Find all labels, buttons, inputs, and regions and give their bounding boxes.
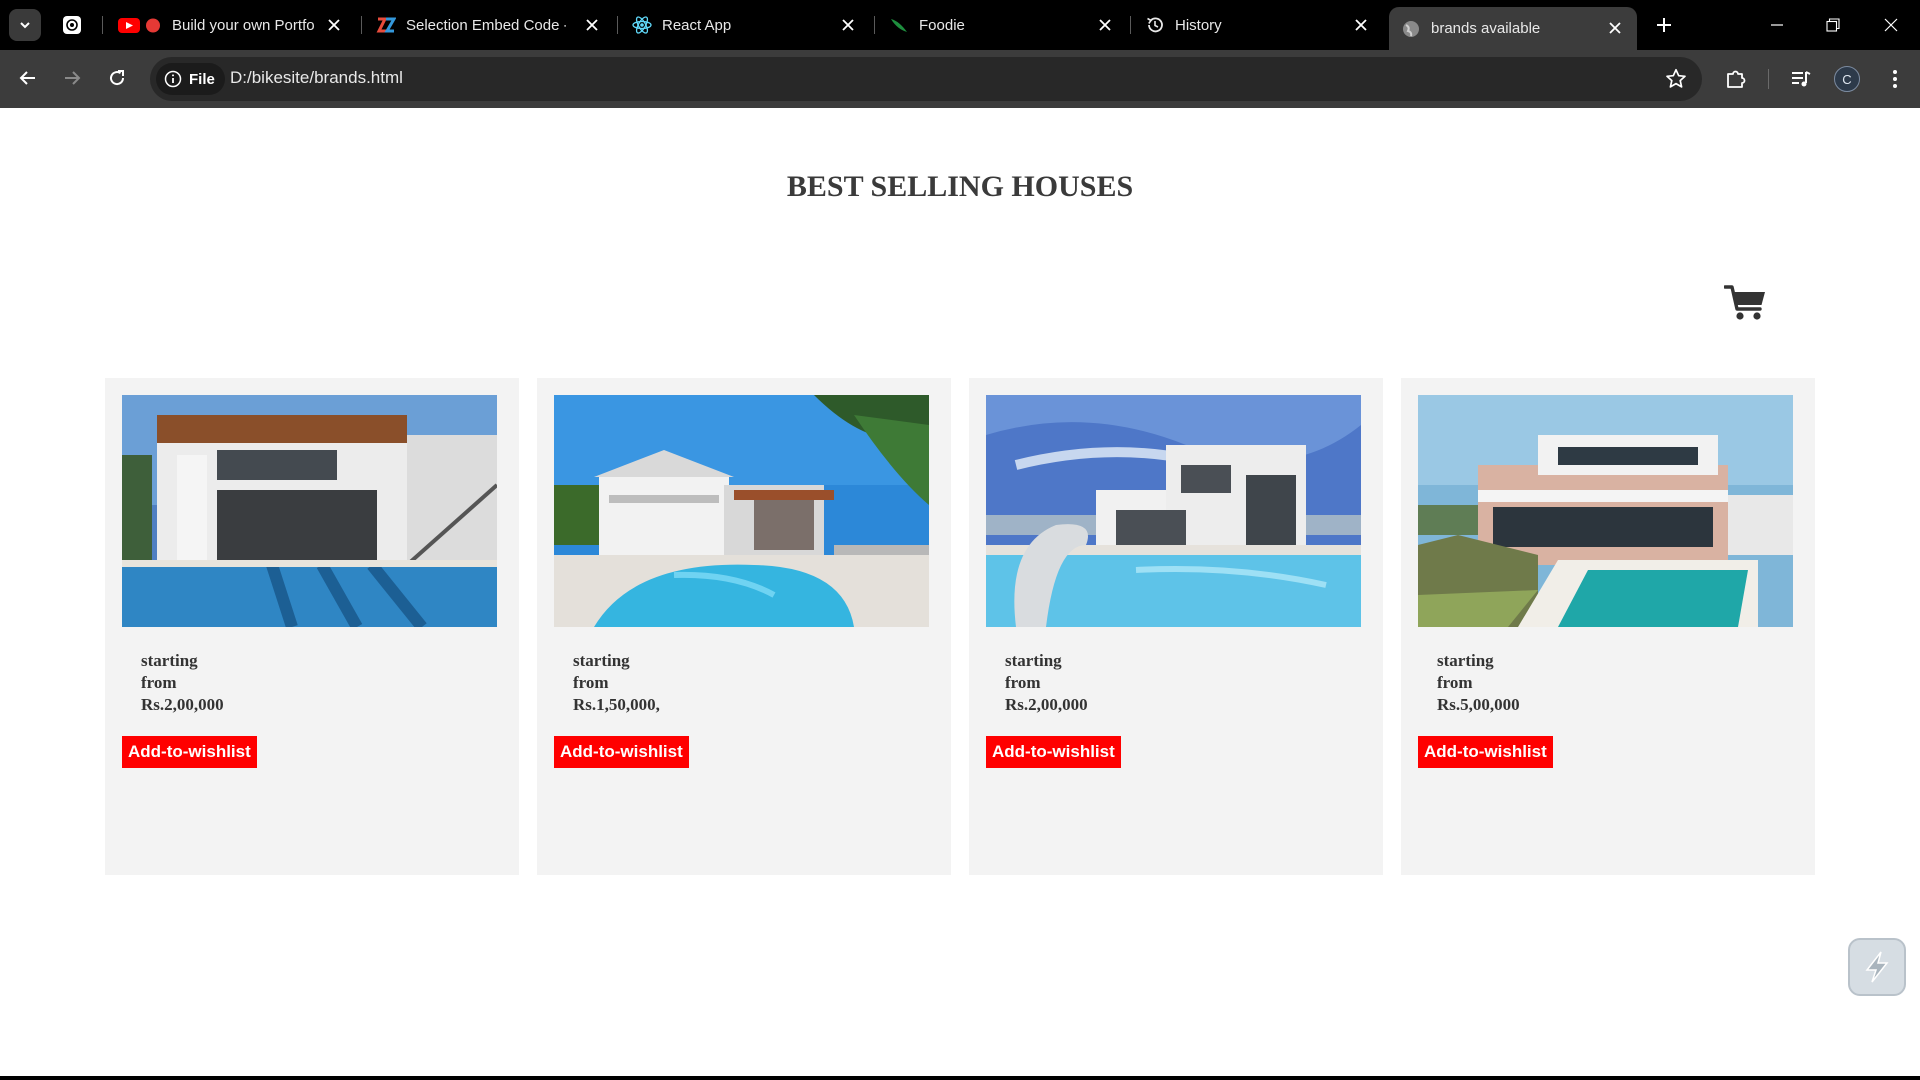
price-value: Rs.2,00,000 — [1005, 695, 1088, 714]
page-title: BEST SELLING HOUSES — [786, 170, 1134, 203]
pink-villa-pool-image — [1418, 395, 1793, 627]
price-label: from — [1437, 673, 1473, 692]
house-card: starting from Rs.2,00,000 Add-to-wishlis… — [105, 378, 519, 875]
tab-separator — [361, 16, 362, 34]
price-value: Rs.5,00,000 — [1437, 695, 1520, 714]
chevron-down-icon — [20, 22, 30, 29]
price-text: starting from Rs.2,00,000 — [1005, 650, 1125, 716]
browser-toolbar: File D:/bikesite/brands.html C — [0, 50, 1920, 108]
house-card: starting from Rs.1,50,000, Add-to-wishli… — [537, 378, 951, 875]
price-label: starting — [1005, 651, 1062, 670]
add-to-wishlist-button[interactable]: Add-to-wishlist — [1418, 736, 1553, 768]
bookmark-star-icon[interactable] — [1664, 67, 1688, 91]
close-window-button[interactable] — [1876, 10, 1906, 40]
globe-icon — [1401, 19, 1421, 39]
house-card: starting from Rs.2,00,000 Add-to-wishlis… — [969, 378, 1383, 875]
forward-arrow-icon — [65, 71, 81, 85]
browser-menu-button[interactable] — [1880, 64, 1910, 94]
price-value: Rs.2,00,000 — [141, 695, 224, 714]
restore-button[interactable] — [1818, 10, 1848, 40]
tab-history[interactable]: History — [1133, 8, 1383, 42]
forward-button[interactable] — [57, 63, 87, 93]
profile-initial: C — [1842, 71, 1852, 87]
back-button[interactable] — [13, 63, 43, 93]
tab-separator — [874, 16, 875, 34]
tab-brands-available[interactable]: brands available — [1389, 7, 1637, 50]
close-icon — [1884, 18, 1898, 32]
house-card-list: starting from Rs.2,00,000 Add-to-wishlis… — [105, 378, 1815, 875]
tab-title: brands available — [1431, 20, 1541, 37]
toolbar-separator — [1768, 69, 1769, 89]
close-icon[interactable] — [1097, 17, 1113, 33]
youtube-icon — [118, 15, 162, 35]
tab-title: Build your own Portfo — [172, 16, 315, 34]
profile-avatar[interactable]: C — [1834, 66, 1860, 92]
site-info-label: File — [189, 70, 215, 88]
pinned-tab-chatgpt[interactable] — [60, 13, 84, 37]
tab-youtube[interactable]: Build your own Portfo — [106, 8, 356, 42]
price-label: from — [573, 673, 609, 692]
tab-title: React App — [662, 16, 732, 34]
tab-search-button[interactable] — [9, 9, 41, 41]
minimize-button[interactable] — [1762, 10, 1792, 40]
back-arrow-icon — [19, 71, 35, 85]
white-villa-pool-image — [986, 395, 1361, 627]
url-text[interactable]: D:/bikesite/brands.html — [230, 68, 403, 88]
tab-separator — [1130, 16, 1131, 34]
new-tab-button[interactable] — [1651, 12, 1677, 38]
media-controls-button[interactable] — [1786, 64, 1816, 94]
tab-selection-embed[interactable]: Selection Embed Code - C — [364, 8, 614, 42]
info-icon — [164, 70, 182, 88]
price-label: starting — [141, 651, 198, 670]
chatgpt-icon — [63, 16, 81, 34]
add-to-wishlist-button[interactable]: Add-to-wishlist — [986, 736, 1121, 768]
close-icon[interactable] — [1353, 17, 1369, 33]
price-text: starting from Rs.2,00,000 — [141, 650, 261, 716]
playlist-icon — [1792, 71, 1811, 87]
price-label: starting — [1437, 651, 1494, 670]
shopping-cart-icon[interactable] — [1724, 284, 1768, 322]
embed-code-icon — [376, 15, 396, 35]
history-icon — [1145, 15, 1165, 35]
close-icon[interactable] — [326, 17, 342, 33]
close-icon[interactable] — [1607, 20, 1623, 36]
tab-separator — [102, 16, 103, 34]
house-card: starting from Rs.5,00,000 Add-to-wishlis… — [1401, 378, 1815, 875]
add-to-wishlist-button[interactable]: Add-to-wishlist — [122, 736, 257, 768]
reload-button[interactable] — [102, 63, 132, 93]
address-bar[interactable]: File D:/bikesite/brands.html — [150, 57, 1702, 101]
tab-title: Selection Embed Code - C — [406, 16, 566, 34]
price-label: starting — [573, 651, 630, 670]
tab-title: Foodie — [919, 16, 965, 34]
price-text: starting from Rs.1,50,000, — [573, 650, 693, 716]
add-to-wishlist-button[interactable]: Add-to-wishlist — [554, 736, 689, 768]
tab-foodie[interactable]: Foodie — [877, 8, 1127, 42]
reload-icon — [110, 70, 125, 86]
page-content: BEST SELLING HOUSES starting from Rs.2,0… — [0, 108, 1920, 1076]
window-bottom-border — [0, 1076, 1920, 1080]
close-icon[interactable] — [840, 17, 856, 33]
colonial-house-pool-image — [554, 395, 929, 627]
close-icon[interactable] — [584, 17, 600, 33]
kebab-menu-icon — [1893, 70, 1897, 88]
extensions-button[interactable] — [1721, 64, 1751, 94]
plus-icon — [1657, 18, 1671, 32]
price-text: starting from Rs.5,00,000 — [1437, 650, 1557, 716]
price-label: from — [141, 673, 177, 692]
minimize-icon — [1771, 24, 1783, 26]
price-label: from — [1005, 673, 1041, 692]
modern-villa-pool-image — [122, 395, 497, 627]
tab-separator — [617, 16, 618, 34]
lightning-bolt-icon — [1865, 951, 1889, 983]
restore-icon — [1826, 18, 1840, 32]
tab-react-app[interactable]: React App — [620, 8, 870, 42]
floating-extension-button[interactable] — [1848, 938, 1906, 996]
browser-tab-strip: Build your own Portfo Selection Embed Co… — [0, 0, 1920, 50]
react-icon — [632, 15, 652, 35]
puzzle-piece-icon — [1727, 70, 1746, 88]
tab-title: History — [1175, 16, 1222, 34]
site-info-chip[interactable]: File — [156, 63, 225, 95]
price-value: Rs.1,50,000, — [573, 695, 660, 714]
foodie-leaf-icon — [889, 15, 909, 35]
